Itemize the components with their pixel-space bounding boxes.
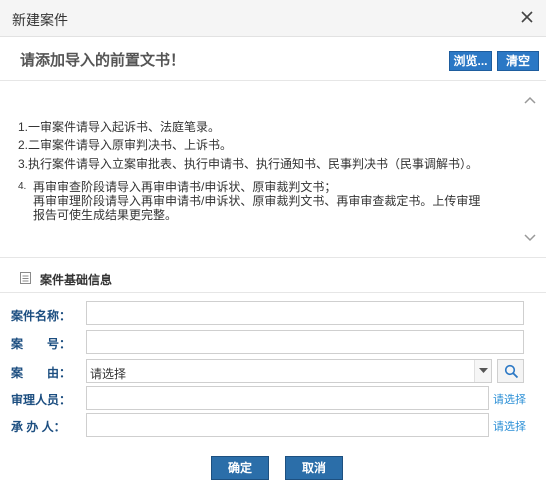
scroll-up-icon[interactable] bbox=[524, 94, 536, 104]
case-cause-label: 案 由： bbox=[11, 366, 72, 380]
case-name-label: 案件名称： bbox=[11, 309, 72, 323]
search-button[interactable] bbox=[497, 359, 524, 383]
instruction-item: 1.一审案件请导入起诉书、法庭笔录。 bbox=[18, 120, 221, 134]
chevron-down-icon[interactable] bbox=[474, 360, 491, 382]
upload-heading: 请添加导入的前置文书！ bbox=[20, 51, 186, 69]
upload-bar: 请添加导入的前置文书！ 浏览... 清空 bbox=[0, 38, 546, 81]
close-icon[interactable] bbox=[518, 8, 536, 26]
confirm-button[interactable]: 确定 bbox=[211, 456, 269, 480]
instruction-line: 报告可使生成结果更完整。 bbox=[33, 208, 178, 222]
judges-select-link[interactable]: 请选择 bbox=[493, 391, 526, 407]
case-cause-select[interactable]: 请选择 bbox=[86, 359, 492, 383]
section-header: 案件基础信息 bbox=[0, 265, 546, 293]
judges-input[interactable] bbox=[86, 386, 489, 410]
instruction-line: 再审审理阶段请导入再审申请书/申诉状、原审裁判文书、再审审查裁定书。上传审理 bbox=[33, 194, 481, 208]
instruction-item: 3.执行案件请导入立案审批表、执行申请书、执行通知书、民事判决书（民事调解书）。 bbox=[18, 157, 479, 171]
instruction-line: 再审审查阶段请导入再审申请书/申诉状、原审裁判文书； bbox=[33, 180, 337, 194]
case-cause-value: 请选择 bbox=[90, 367, 127, 381]
document-icon bbox=[20, 272, 31, 284]
dialog-titlebar: 新建案件 bbox=[0, 0, 546, 37]
cancel-button[interactable]: 取消 bbox=[285, 456, 343, 480]
case-name-input[interactable] bbox=[86, 301, 524, 325]
dialog-title: 新建案件 bbox=[12, 12, 68, 28]
instruction-item: 2.二审案件请导入原审判决书、上诉书。 bbox=[18, 138, 233, 152]
handler-label: 承 办 人： bbox=[11, 420, 66, 434]
handler-select-link[interactable]: 请选择 bbox=[493, 418, 526, 434]
import-instructions: 1.一审案件请导入起诉书、法庭笔录。 2.二审案件请导入原审判决书、上诉书。 3… bbox=[0, 82, 546, 258]
browse-button[interactable]: 浏览... bbox=[449, 51, 492, 71]
clear-button[interactable]: 清空 bbox=[497, 51, 539, 71]
judges-label: 审理人员： bbox=[11, 393, 72, 407]
instruction-number: 4. bbox=[18, 181, 27, 192]
section-title: 案件基础信息 bbox=[40, 273, 113, 287]
scroll-down-icon[interactable] bbox=[524, 232, 536, 242]
handler-input[interactable] bbox=[86, 413, 489, 437]
case-number-input[interactable] bbox=[86, 330, 524, 354]
case-number-label: 案 号： bbox=[11, 337, 72, 351]
